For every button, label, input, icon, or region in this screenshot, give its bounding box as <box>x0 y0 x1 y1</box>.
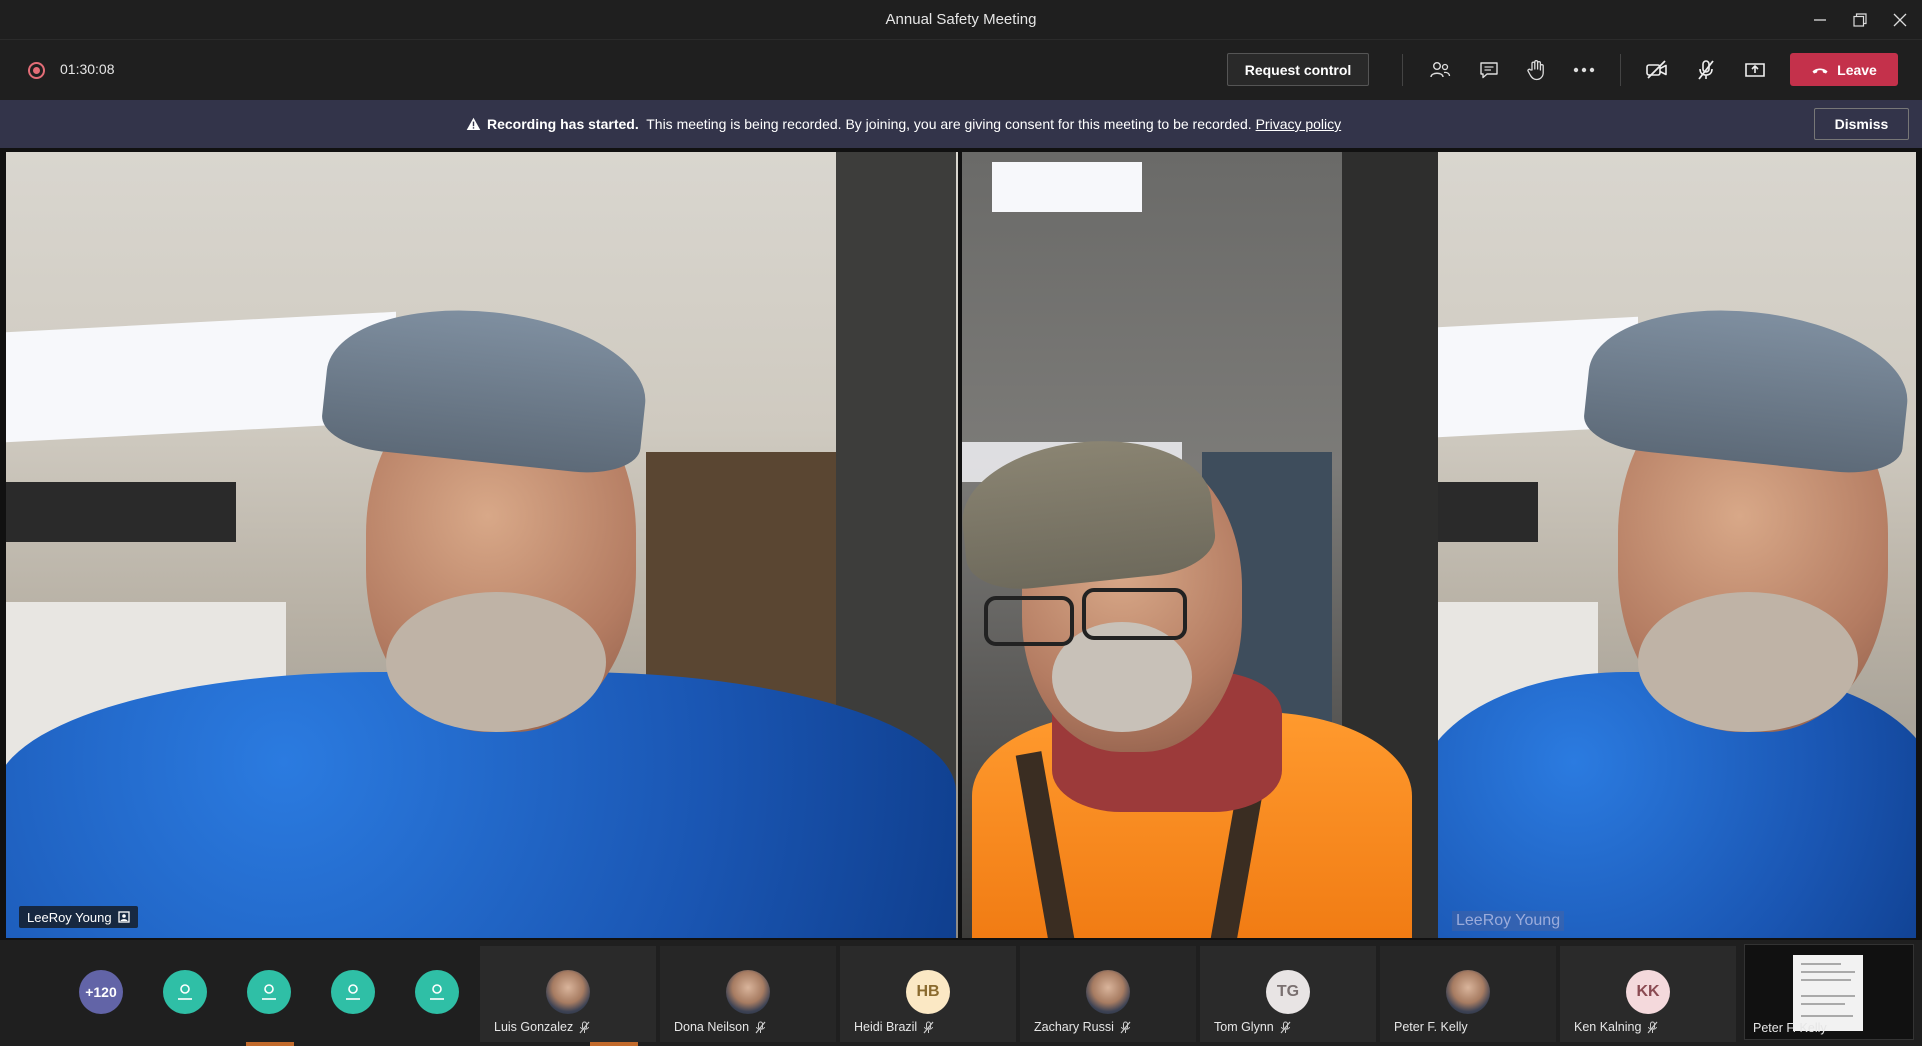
participant-avatar-initials: HB <box>906 970 950 1014</box>
person-icon <box>178 984 192 1000</box>
participant-avatar <box>726 970 770 1014</box>
participant-name: Zachary Russi <box>1034 1020 1114 1034</box>
video-tile-leeroy-young[interactable]: LeeRoy Young <box>6 152 958 938</box>
banner-bold-text: Recording has started. <box>487 116 639 132</box>
toolbar-divider <box>1402 54 1403 86</box>
wall-unit <box>6 482 236 542</box>
banner-text: This meeting is being recorded. By joini… <box>646 116 1252 132</box>
mic-off-icon[interactable] <box>1691 55 1721 85</box>
request-control-button[interactable]: Request control <box>1227 53 1369 86</box>
participant-avatar <box>546 970 590 1014</box>
shared-screen-thumbnail[interactable]: Peter F. Kelly <box>1744 944 1914 1040</box>
video-tile-participant[interactable] <box>962 152 1438 938</box>
chat-icon[interactable] <box>1474 55 1504 85</box>
participant-name: Ken Kalning <box>1574 1020 1642 1034</box>
participant-avatar-initials: KK <box>1626 970 1670 1014</box>
ceiling-light <box>992 162 1142 212</box>
more-options-icon[interactable] <box>1569 55 1599 85</box>
participant-tile[interactable]: KK Ken Kalning <box>1560 946 1736 1042</box>
video-stage: LeeRoy Young LeeRoy Young <box>0 148 1922 940</box>
dismiss-button[interactable]: Dismiss <box>1814 108 1909 140</box>
people-icon[interactable] <box>1425 55 1455 85</box>
speaking-indicator <box>590 1042 638 1046</box>
warning-icon <box>466 117 481 130</box>
toolbar-divider <box>1620 54 1621 86</box>
window-title: Annual Safety Meeting <box>885 11 1037 28</box>
video-tile-shared-screen[interactable] <box>1438 152 1916 938</box>
leave-button[interactable]: Leave <box>1790 53 1898 86</box>
anonymous-participant-avatar[interactable] <box>247 970 291 1014</box>
person-icon <box>346 984 360 1000</box>
anonymous-participant-avatar[interactable] <box>331 970 375 1014</box>
participant-tile[interactable]: Peter F. Kelly <box>1380 946 1556 1042</box>
participant-avatar <box>1086 970 1130 1014</box>
anonymous-participant-avatar[interactable] <box>415 970 459 1014</box>
minimize-icon[interactable] <box>1800 0 1840 40</box>
participant-name: Peter F. Kelly <box>1394 1020 1468 1034</box>
participant-tile[interactable]: Zachary Russi <box>1020 946 1196 1042</box>
person-beard <box>1638 592 1858 732</box>
person-glasses <box>1082 588 1187 640</box>
mic-muted-icon <box>923 1021 934 1033</box>
person-icon <box>262 984 276 1000</box>
participant-avatar-initials: TG <box>1266 970 1310 1014</box>
pinned-presenter-icon <box>117 911 130 923</box>
mic-muted-icon <box>1120 1021 1131 1033</box>
participant-strip: +120 Luis Gonzalez Dona Neilson HB Heidi… <box>0 940 1922 1046</box>
participant-name: Luis Gonzalez <box>494 1020 574 1034</box>
share-screen-icon[interactable] <box>1740 55 1770 85</box>
raise-hand-icon[interactable] <box>1521 55 1551 85</box>
mic-muted-icon <box>1280 1021 1291 1033</box>
recording-dot-icon <box>28 62 45 79</box>
person-icon <box>430 984 444 1000</box>
more-participants-button[interactable]: +120 <box>79 970 123 1014</box>
participant-name: LeeRoy Young <box>27 909 112 925</box>
shared-screen-owner: Peter F. Kelly <box>1753 1021 1827 1035</box>
hang-up-icon <box>1812 68 1828 73</box>
anonymous-participant-avatar[interactable] <box>163 970 207 1014</box>
restore-icon[interactable] <box>1840 0 1880 40</box>
participant-avatar <box>1446 970 1490 1014</box>
elapsed-time: 01:30:08 <box>60 61 115 77</box>
shared-document-preview <box>1793 955 1863 1031</box>
participant-name: Dona Neilson <box>674 1020 750 1034</box>
participant-tile[interactable]: TG Tom Glynn <box>1200 946 1376 1042</box>
participant-tile[interactable]: Luis Gonzalez <box>480 946 656 1042</box>
participant-tile[interactable]: HB Heidi Brazil <box>840 946 1016 1042</box>
video-overlay-name: LeeRoy Young <box>1452 911 1565 931</box>
leave-label: Leave <box>1837 61 1877 78</box>
speaking-indicator <box>246 1042 294 1046</box>
mic-muted-icon <box>1647 1021 1658 1033</box>
close-icon[interactable] <box>1880 0 1920 40</box>
privacy-policy-link[interactable]: Privacy policy <box>1256 116 1342 132</box>
participant-name: Heidi Brazil <box>854 1020 918 1034</box>
meeting-toolbar: 01:30:08 Request control Leave <box>0 40 1922 100</box>
person-glasses <box>984 596 1074 646</box>
participant-name: Tom Glynn <box>1214 1020 1274 1034</box>
person-beard <box>386 592 606 732</box>
mic-muted-icon <box>579 1021 590 1033</box>
camera-off-icon[interactable] <box>1642 55 1672 85</box>
recording-banner: Recording has started. This meeting is b… <box>0 100 1922 148</box>
title-bar: Annual Safety Meeting <box>0 0 1922 40</box>
participant-tile[interactable]: Dona Neilson <box>660 946 836 1042</box>
mic-muted-icon <box>755 1021 766 1033</box>
banner-message: Recording has started. This meeting is b… <box>466 116 1341 132</box>
wall-unit <box>1438 482 1538 542</box>
participant-name-tag: LeeRoy Young <box>19 906 138 928</box>
